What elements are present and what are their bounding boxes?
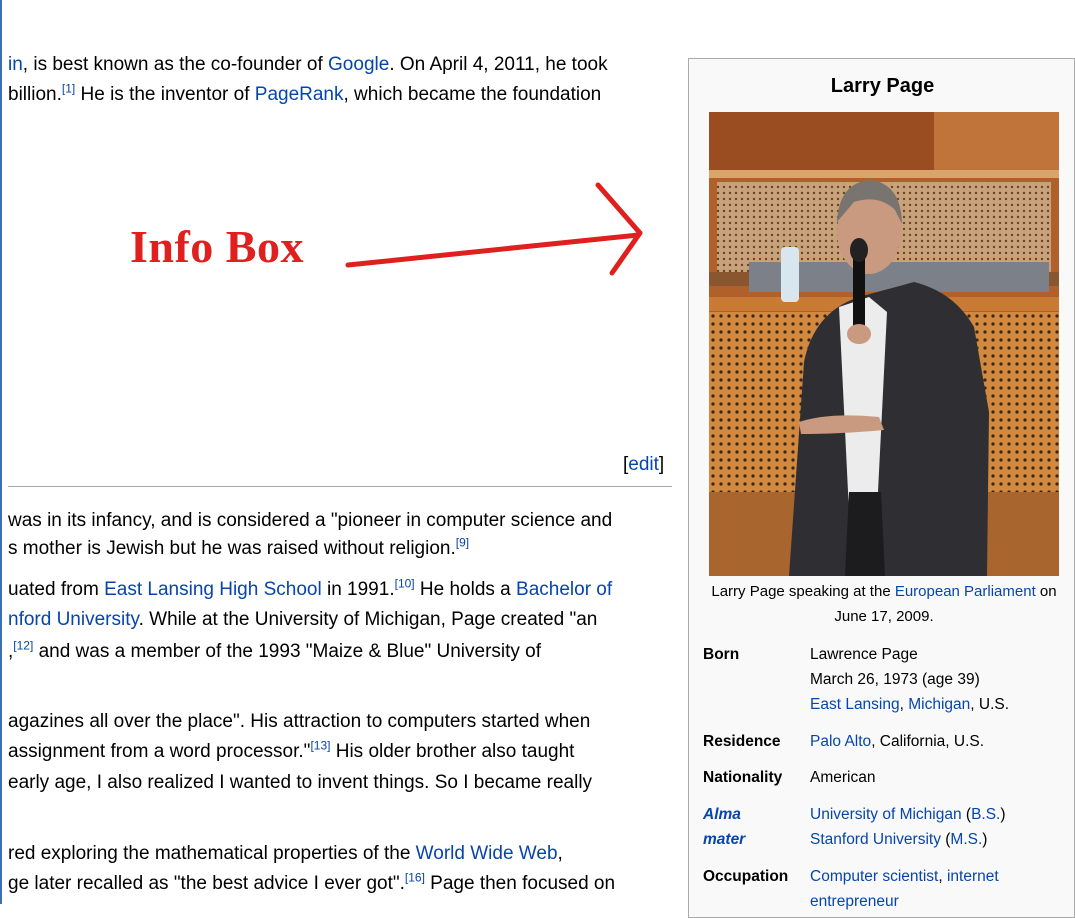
infobox-value-line: Computer scientist, internet — [810, 864, 999, 889]
infobox-value-line: entrepreneur — [810, 889, 999, 914]
infobox-photo[interactable] — [709, 112, 1059, 576]
infobox-value: University of Michigan (B.S.) Stanford Un… — [810, 802, 1006, 852]
text-run: ge later recalled as "the best advice I … — [8, 873, 405, 894]
portrait-photo-icon — [709, 112, 1059, 576]
photo-caption: Larry Page speaking at the European Parl… — [711, 583, 1057, 625]
reference-link[interactable]: [1] — [62, 82, 75, 96]
inline-link[interactable]: Bachelor of — [516, 579, 612, 600]
text-run: ) — [982, 831, 988, 848]
infobox-value-line: Lawrence Page — [810, 642, 1009, 667]
text-run: His older brother also taught — [330, 741, 575, 762]
text-run: He holds a — [414, 579, 517, 600]
article-line: early age, I also realized I wanted to i… — [8, 771, 592, 795]
infobox-label: Occupation — [703, 868, 789, 885]
article-line: agazines all over the place". His attrac… — [8, 710, 590, 734]
reference-link[interactable]: [12] — [13, 639, 33, 653]
text-run: and was a member of the 1993 "Maize & Bl… — [33, 641, 542, 662]
text-run: , — [557, 843, 563, 864]
text-run: ( — [940, 831, 951, 848]
infobox-value: Palo Alto, California, U.S. — [810, 729, 984, 754]
infobox-value: American — [810, 765, 875, 790]
infobox-label[interactable]: Alma mater — [703, 802, 803, 852]
article-line: s mother is Jewish but he was raised wit… — [8, 537, 469, 561]
article-line: billion.[1] He is the inventor of PageRa… — [8, 83, 601, 107]
text-run: , is best known as the co-founder of — [22, 54, 329, 75]
text-run: ( — [961, 806, 972, 823]
inline-link[interactable]: M.S. — [950, 831, 982, 848]
inline-link[interactable]: Stanford University — [810, 831, 941, 848]
text-run: Lawrence Page — [810, 646, 918, 663]
infobox-title: Larry Page — [830, 75, 935, 97]
article-line: uated from East Lansing High School in 1… — [8, 578, 612, 602]
annotation-arrow-icon — [345, 182, 643, 276]
text-run: s mother is Jewish but he was raised wit… — [8, 538, 456, 559]
reference-link[interactable]: [9] — [456, 536, 469, 550]
inline-link[interactable]: Michigan — [908, 696, 970, 713]
inline-link[interactable]: East Lansing High School — [104, 579, 322, 600]
section-divider — [8, 486, 672, 487]
text-run: agazines all over the place". His attrac… — [8, 711, 591, 732]
text-run: , U.S. — [970, 696, 1010, 713]
infobox-value: Computer scientist, internet entrepreneur — [810, 864, 999, 914]
infobox-value-line: American — [810, 765, 875, 790]
inline-link[interactable]: PageRank — [255, 84, 344, 105]
reference-link[interactable]: [13] — [310, 739, 330, 753]
text-run: red exploring the mathematical propertie… — [8, 843, 416, 864]
text-run: early age, I also realized I wanted to i… — [8, 772, 593, 793]
infobox-value-line: University of Michigan (B.S.) — [810, 802, 1006, 827]
inline-link[interactable]: Google — [328, 54, 389, 75]
text-run: . On April 4, 2011, he took — [389, 54, 608, 75]
info-box-annotation-label: Info Box — [130, 221, 304, 272]
inline-link[interactable]: World Wide Web — [416, 843, 558, 864]
page-left-border — [0, 0, 2, 904]
infobox-label-line: mater — [703, 831, 746, 848]
text-run: . While at the University of Michigan, P… — [138, 609, 598, 630]
article-line: red exploring the mathematical propertie… — [8, 842, 563, 866]
text-run: American — [810, 769, 876, 786]
infobox-value-line: East Lansing, Michigan, U.S. — [810, 692, 1009, 717]
text-run: , — [899, 696, 909, 713]
inline-link[interactable]: Computer scientist — [810, 868, 938, 885]
text-run: ) — [1000, 806, 1006, 823]
inline-link[interactable]: entrepreneur — [810, 893, 899, 910]
section-edit-link[interactable]: [edit] — [623, 454, 664, 476]
inline-link[interactable]: nford University — [8, 609, 139, 630]
text-run: , which became the foundation — [343, 84, 602, 105]
edit-link[interactable]: edit — [628, 454, 659, 475]
text-run: March 26, 1973 (age 39) — [810, 671, 980, 688]
infobox-value-line: Palo Alto, California, U.S. — [810, 729, 984, 754]
text-run: billion. — [8, 84, 62, 105]
text-run: He is the inventor of — [75, 84, 255, 105]
article-line: nford University. While at the Universit… — [8, 608, 597, 632]
inline-link[interactable]: B.S. — [971, 806, 1000, 823]
inline-link[interactable]: Palo Alto — [810, 733, 871, 750]
infobox-value-line: March 26, 1973 (age 39) — [810, 667, 1009, 692]
infobox-label: Nationality — [703, 769, 783, 786]
inline-link[interactable]: internet — [947, 868, 999, 885]
text-run: Page then focused on — [424, 873, 616, 894]
text-run: , California, U.S. — [871, 733, 985, 750]
reference-link[interactable]: [16] — [405, 871, 425, 885]
article-line: assignment from a word processor."[13] H… — [8, 740, 574, 764]
inline-link[interactable]: in — [8, 54, 23, 75]
text-run: assignment from a word processor." — [8, 741, 311, 762]
article-line: ge later recalled as "the best advice I … — [8, 872, 615, 896]
text-run: in 1991. — [321, 579, 395, 600]
infobox-label-line: Alma — [703, 806, 741, 823]
article-line: in, is best known as the co-founder of G… — [8, 53, 608, 77]
article-line: was in its infancy, and is considered a … — [8, 509, 612, 533]
reference-link[interactable]: [10] — [395, 577, 415, 591]
inline-link[interactable]: East Lansing — [810, 696, 900, 713]
article-line: ,[12] and was a member of the 1993 "Maiz… — [8, 640, 541, 664]
infobox-label: Residence — [703, 733, 781, 750]
infobox-value: Lawrence Page March 26, 1973 (age 39) East… — [810, 642, 1009, 717]
infobox-label: Born — [703, 646, 740, 663]
infobox-value-line: Stanford University (M.S.) — [810, 827, 1006, 852]
text-run: uated from — [8, 579, 105, 600]
infobox: Larry Page Larry Page speaking at the Eu… — [688, 58, 1075, 918]
text-run: , — [938, 868, 947, 885]
inline-link[interactable]: University of Michigan — [810, 806, 962, 823]
text-run: was in its infancy, and is considered a … — [8, 510, 613, 531]
caption-link[interactable]: European Parliament — [895, 583, 1036, 600]
